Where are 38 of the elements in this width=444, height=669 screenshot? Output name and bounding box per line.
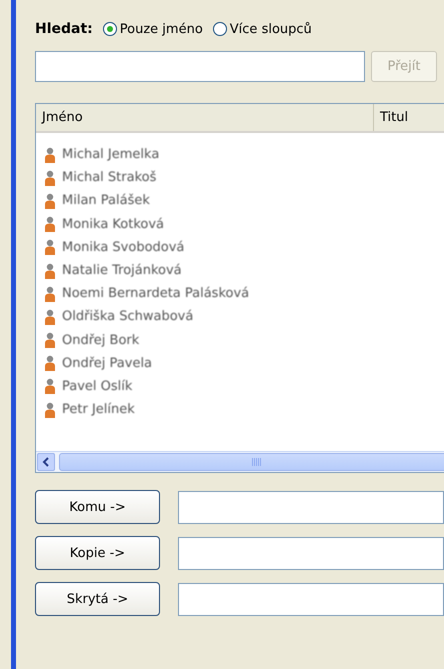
person-icon bbox=[44, 216, 56, 232]
recipient-field[interactable] bbox=[178, 490, 444, 524]
contact-name[interactable]: Michal Strakoš bbox=[62, 170, 156, 186]
recipient-field[interactable] bbox=[178, 536, 444, 570]
person-icon bbox=[44, 146, 56, 163]
person-icon bbox=[44, 332, 56, 348]
contact-name[interactable]: Ondřej Bork bbox=[62, 332, 140, 348]
horizontal-scrollbar[interactable] bbox=[36, 451, 444, 472]
search-label: Hledat: bbox=[35, 21, 93, 37]
contact-name[interactable]: Pavel Oslík bbox=[62, 378, 132, 394]
person-icon bbox=[44, 170, 56, 186]
person-icon bbox=[44, 262, 56, 279]
scroll-left-icon[interactable] bbox=[37, 453, 55, 471]
contact-name[interactable]: Noemi Bernardeta Palásková bbox=[62, 286, 250, 302]
contact-name[interactable]: Milan Palášek bbox=[62, 193, 150, 208]
radio-option[interactable]: Více sloupců bbox=[212, 22, 312, 36]
person-icon bbox=[44, 308, 56, 325]
column-header[interactable]: Jméno bbox=[36, 104, 374, 131]
contact-name[interactable]: Monika Kotková bbox=[62, 216, 164, 232]
radio-option[interactable]: Pouze jméno bbox=[102, 22, 203, 36]
person-icon bbox=[44, 378, 56, 394]
recipient-field[interactable] bbox=[178, 582, 444, 616]
recipient-button[interactable]: Komu -> bbox=[35, 490, 160, 524]
contact-name[interactable]: Oldřiška Schwabová bbox=[62, 309, 194, 324]
contact-name[interactable]: Monika Svobodová bbox=[62, 240, 184, 255]
person-icon bbox=[44, 355, 56, 372]
search-field[interactable] bbox=[35, 51, 365, 82]
person-icon bbox=[44, 402, 56, 418]
recipient-button[interactable]: Kopie -> bbox=[35, 536, 160, 570]
person-icon bbox=[44, 239, 56, 256]
contact-name[interactable]: Petr Jelínek bbox=[62, 402, 135, 418]
contact-name[interactable]: Michal Jemelka bbox=[62, 147, 160, 162]
person-icon bbox=[44, 192, 56, 209]
person-icon bbox=[44, 286, 56, 302]
recipient-button[interactable]: Skrytá -> bbox=[35, 582, 160, 616]
column-header[interactable]: Titul bbox=[374, 104, 414, 131]
contact-name[interactable]: Natalie Trojánková bbox=[62, 263, 182, 278]
contact-name[interactable]: Ondřej Pavela bbox=[62, 356, 152, 371]
